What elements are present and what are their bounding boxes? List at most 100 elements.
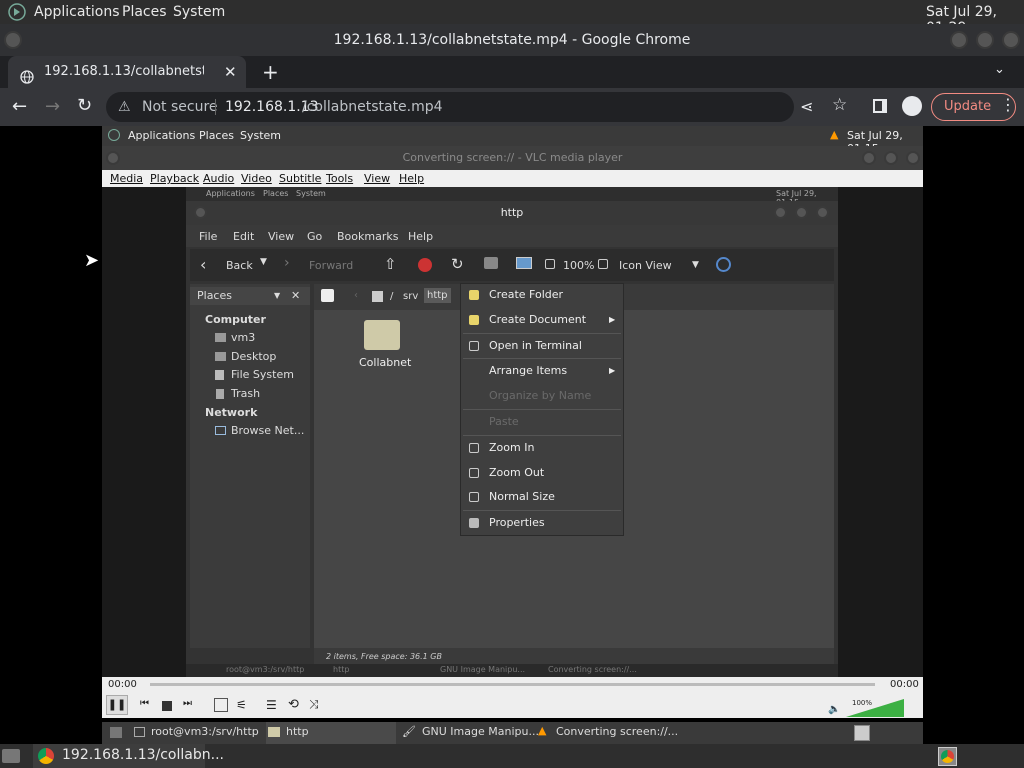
path-http: http bbox=[424, 288, 451, 303]
folder-icon bbox=[268, 727, 280, 737]
share-icon[interactable]: ⋖ bbox=[800, 97, 813, 116]
ctx-create-document: Create Document ▶ bbox=[461, 309, 623, 331]
trash-icon bbox=[216, 389, 224, 399]
system-menu[interactable]: System bbox=[173, 4, 225, 20]
address-bar[interactable]: ⚠ Not secure 192.168.1.13 /collabnetstat… bbox=[106, 92, 794, 122]
fm-back-label: Back bbox=[226, 259, 253, 272]
ctx-label: Paste bbox=[489, 415, 519, 428]
inner-task-vlc: Converting screen://... bbox=[548, 665, 637, 674]
applications-menu[interactable]: Applications bbox=[34, 4, 120, 20]
vlc-title-text: Converting screen:// - VLC media player bbox=[402, 151, 623, 164]
chevron-left-icon: ‹ bbox=[354, 290, 358, 301]
submenu-arrow-icon: ▶ bbox=[609, 315, 616, 324]
playlist-icon: ☰ bbox=[266, 698, 277, 712]
places-selector: Places ▼ ✕ bbox=[190, 287, 310, 305]
vtask-terminal: root@vm3:/srv/http bbox=[151, 725, 259, 738]
chevron-down-icon: ▼ bbox=[260, 257, 267, 267]
bookmark-star-icon[interactable]: ☆ bbox=[832, 95, 847, 115]
places-menu[interactable]: Places bbox=[122, 4, 167, 20]
path-srv: srv bbox=[403, 291, 419, 302]
side-panel-icon[interactable] bbox=[873, 99, 887, 113]
reload-icon[interactable]: ↻ bbox=[77, 95, 92, 116]
zoom-in-icon bbox=[469, 443, 479, 453]
loop-icon: ⟲ bbox=[288, 697, 299, 712]
sidebar-heading-computer: Computer bbox=[205, 313, 266, 326]
ctx-label: Create Document bbox=[489, 313, 587, 326]
vlc-menu-button bbox=[106, 151, 120, 165]
home-icon bbox=[215, 333, 226, 342]
zoom-level: 100% bbox=[563, 259, 595, 272]
fm-status-text: 2 items, Free space: 36.1 GB bbox=[326, 652, 442, 661]
vlc-controls: 00:00 00:00 ❚❚ ⏮ ⏭ ⚟ ☰ ⟲ ⤨ 🔈 100% bbox=[102, 677, 923, 718]
update-button[interactable]: Update bbox=[931, 93, 1016, 121]
ctx-arrange-items: Arrange Items ▶ bbox=[461, 360, 623, 382]
vlc-menu-audio: Audio bbox=[203, 172, 235, 185]
previous-icon: ⏮ bbox=[140, 698, 149, 709]
ctx-properties: Properties bbox=[461, 512, 623, 534]
places-selector-label: Places bbox=[197, 289, 232, 302]
fm-window-title: http bbox=[186, 201, 838, 225]
gnome-foot-icon[interactable] bbox=[8, 3, 26, 25]
terminal-icon bbox=[134, 727, 145, 737]
ctx-open-terminal: Open in Terminal bbox=[461, 335, 623, 357]
workspace-switcher-icon[interactable] bbox=[938, 747, 957, 766]
fm-forward-icon: › bbox=[284, 255, 290, 271]
new-tab-icon[interactable]: + bbox=[262, 60, 279, 84]
zoom-out-icon bbox=[469, 468, 479, 478]
ctx-create-folder: Create Folder bbox=[461, 284, 623, 306]
vtask-gimp: GNU Image Manipu... bbox=[422, 725, 539, 738]
show-desktop-icon[interactable] bbox=[2, 749, 20, 763]
fm-sidebar: Places ▼ ✕ Computer vm3 Desktop File Sys… bbox=[190, 284, 310, 648]
sidebar-heading-network: Network bbox=[205, 406, 258, 419]
security-label[interactable]: Not secure bbox=[142, 92, 218, 122]
tab-search-icon[interactable]: ⌄ bbox=[994, 62, 1005, 77]
seek-bar bbox=[150, 683, 875, 686]
taskbar-window-label: 192.168.1.13/collabn... bbox=[62, 747, 224, 763]
chevron-down-icon: ▼ bbox=[274, 291, 281, 300]
ctx-organize-by-name: Organize by Name bbox=[461, 385, 623, 407]
fm-menu-help: Help bbox=[408, 230, 434, 243]
document-new-icon bbox=[469, 315, 479, 325]
fm-back-icon: ‹ bbox=[200, 255, 207, 274]
sidebar-item-vm3: vm3 bbox=[190, 331, 310, 344]
vtask-http: http bbox=[286, 725, 309, 738]
ctx-zoom-in: Zoom In bbox=[461, 437, 623, 459]
window-menu-button[interactable] bbox=[4, 31, 22, 49]
update-label: Update bbox=[944, 99, 992, 114]
sidebar-item-browse-network: Browse Net... bbox=[190, 424, 310, 437]
vlc-menu-video: Video bbox=[241, 172, 272, 185]
window-title-text: 192.168.1.13/collabnetstate.mp4 - Google… bbox=[333, 32, 691, 48]
forward-arrow-icon[interactable]: → bbox=[45, 96, 60, 117]
desktop-icon bbox=[215, 352, 226, 361]
time-elapsed: 00:00 bbox=[108, 679, 137, 690]
ctx-separator bbox=[463, 435, 621, 436]
v-system: System bbox=[240, 129, 282, 142]
close-window-button[interactable] bbox=[1002, 31, 1020, 49]
minimize-button[interactable] bbox=[950, 31, 968, 49]
network-icon bbox=[215, 426, 226, 435]
tab-title: 192.168.1.13/collabnetstate.mp4 bbox=[44, 64, 204, 79]
mouse-cursor-icon: ➤ bbox=[84, 250, 100, 271]
ctx-label: Open in Terminal bbox=[489, 339, 582, 352]
back-arrow-icon[interactable]: ← bbox=[12, 96, 27, 117]
vlc-minimize bbox=[862, 151, 876, 165]
sidebar-label: Trash bbox=[231, 387, 261, 400]
maximize-button[interactable] bbox=[976, 31, 994, 49]
vlc-menu-view: View bbox=[364, 172, 391, 185]
context-menu: Create Folder Create Document ▶ Open in T… bbox=[460, 283, 624, 536]
inner-task-gimp: GNU Image Manipu... bbox=[440, 665, 526, 674]
fm-title-text: http bbox=[500, 206, 524, 219]
warning-icon[interactable]: ⚠ bbox=[118, 92, 131, 122]
drive-icon bbox=[372, 291, 383, 302]
sidebar-item-trash: Trash bbox=[190, 387, 310, 400]
sidebar-label: File System bbox=[231, 368, 294, 381]
stop-icon bbox=[162, 701, 172, 711]
chevron-down-icon: ▼ bbox=[692, 260, 699, 270]
i-applications: Applications bbox=[206, 189, 255, 198]
ctx-separator bbox=[463, 510, 621, 511]
profile-avatar-icon[interactable] bbox=[902, 96, 922, 116]
browser-tab[interactable]: 192.168.1.13/collabnetstate.mp4 ✕ bbox=[8, 56, 246, 88]
fullscreen-icon bbox=[214, 698, 228, 712]
close-tab-icon[interactable]: ✕ bbox=[224, 56, 237, 88]
shuffle-icon: ⤨ bbox=[309, 697, 319, 711]
